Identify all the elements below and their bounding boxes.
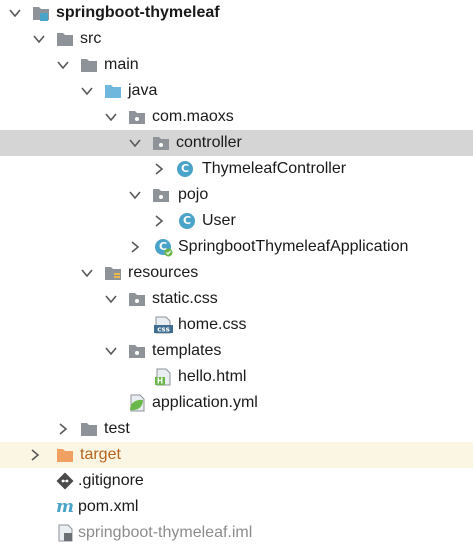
package-icon: [152, 186, 170, 204]
folder-icon: [80, 420, 98, 438]
source-folder-icon: [104, 82, 122, 100]
git-icon: [56, 472, 74, 490]
chevron-down-icon[interactable]: [104, 110, 118, 124]
tree-label: src: [80, 30, 102, 47]
tree-row-gitignore[interactable]: .gitignore: [0, 468, 473, 494]
package-icon: [128, 290, 146, 308]
chevron-down-icon[interactable]: [32, 32, 46, 46]
tree-row-main[interactable]: main: [0, 52, 473, 78]
tree-row-home-css[interactable]: css home.css: [0, 312, 473, 338]
tree-label: springboot-thymeleaf.iml: [78, 524, 253, 541]
class-icon: C: [176, 160, 194, 178]
css-file-icon: css: [154, 316, 174, 334]
tree-row-static-css[interactable]: static.css: [0, 286, 473, 312]
class-letter: C: [179, 213, 195, 229]
class-icon: C: [178, 212, 196, 230]
spring-boot-class-icon: C: [154, 238, 173, 257]
tree-row-test[interactable]: test: [0, 416, 473, 442]
tree-label: hello.html: [178, 368, 247, 385]
maven-icon: m: [56, 498, 74, 516]
html-file-icon: H: [154, 368, 172, 386]
tree-label: resources: [128, 264, 199, 281]
maven-letter: m: [56, 497, 74, 517]
tree-label: target: [80, 446, 121, 463]
folder-icon: [80, 56, 98, 74]
tree-label: controller: [176, 134, 242, 151]
tree-label: java: [128, 82, 158, 99]
tree-label: main: [104, 56, 139, 73]
chevron-down-icon[interactable]: [80, 84, 94, 98]
tree-label: home.css: [178, 316, 247, 333]
tree-row-target[interactable]: target: [0, 442, 473, 468]
chevron-down-icon[interactable]: [56, 58, 70, 72]
tree-row-application-class[interactable]: C SpringbootThymeleafApplication: [0, 234, 473, 260]
chevron-down-icon[interactable]: [128, 188, 142, 202]
chevron-right-icon[interactable]: [128, 240, 142, 254]
tree-label: static.css: [152, 290, 218, 307]
chevron-down-icon[interactable]: [104, 292, 118, 306]
tree-row-package[interactable]: com.maoxs: [0, 104, 473, 130]
chevron-right-icon[interactable]: [152, 162, 166, 176]
spring-config-icon: [128, 394, 146, 412]
tree-label: User: [202, 212, 236, 229]
excluded-folder-icon: [56, 446, 74, 464]
tree-row-user[interactable]: C User: [0, 208, 473, 234]
package-icon: [128, 342, 146, 360]
chevron-right-icon[interactable]: [28, 448, 42, 462]
tree-label: SpringbootThymeleafApplication: [178, 238, 409, 255]
tree-label: ThymeleafController: [202, 160, 347, 177]
tree-label: templates: [152, 342, 222, 359]
html-badge: H: [157, 377, 163, 386]
tree-row-pojo[interactable]: pojo: [0, 182, 473, 208]
tree-row-thymeleaf-controller[interactable]: C ThymeleafController: [0, 156, 473, 182]
chevron-down-icon[interactable]: [80, 266, 94, 280]
module-folder-icon: [32, 4, 50, 22]
tree-row-root[interactable]: springboot-thymeleaf: [0, 0, 473, 26]
tree-label: application.yml: [152, 394, 258, 411]
tree-label: springboot-thymeleaf: [56, 4, 220, 21]
resources-folder-icon: [104, 264, 122, 282]
tree-label: .gitignore: [78, 472, 144, 489]
chevron-right-icon[interactable]: [56, 422, 70, 436]
chevron-right-icon[interactable]: [152, 214, 166, 228]
tree-row-controller[interactable]: controller: [0, 130, 473, 156]
tree-label: pom.xml: [78, 498, 139, 515]
chevron-down-icon[interactable]: [8, 6, 22, 20]
tree-row-iml[interactable]: springboot-thymeleaf.iml: [0, 520, 473, 546]
package-icon: [152, 134, 170, 152]
project-tree: springboot-thymeleaf src main java com.m…: [0, 0, 473, 550]
tree-row-resources[interactable]: resources: [0, 260, 473, 286]
chevron-down-icon[interactable]: [128, 136, 142, 150]
chevron-down-icon[interactable]: [104, 344, 118, 358]
folder-icon: [56, 30, 74, 48]
tree-row-templates[interactable]: templates: [0, 338, 473, 364]
css-badge: css: [157, 326, 169, 334]
tree-row-hello-html[interactable]: H hello.html: [0, 364, 473, 390]
tree-row-java[interactable]: java: [0, 78, 473, 104]
class-letter: C: [177, 161, 193, 177]
tree-label: com.maoxs: [152, 108, 234, 125]
tree-row-src[interactable]: src: [0, 26, 473, 52]
tree-label: test: [104, 420, 130, 437]
tree-row-application-yml[interactable]: application.yml: [0, 390, 473, 416]
tree-row-pom[interactable]: m pom.xml: [0, 494, 473, 520]
tree-label: pojo: [178, 186, 209, 203]
package-icon: [128, 108, 146, 126]
module-file-icon: [56, 524, 74, 542]
